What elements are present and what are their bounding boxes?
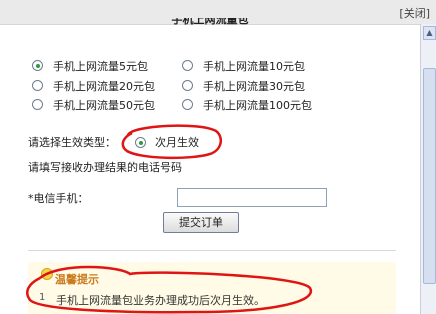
- annotation-circle-tip: [26, 265, 313, 314]
- annotation-layer: [26, 124, 313, 314]
- annotation-circle-effect: [121, 124, 223, 160]
